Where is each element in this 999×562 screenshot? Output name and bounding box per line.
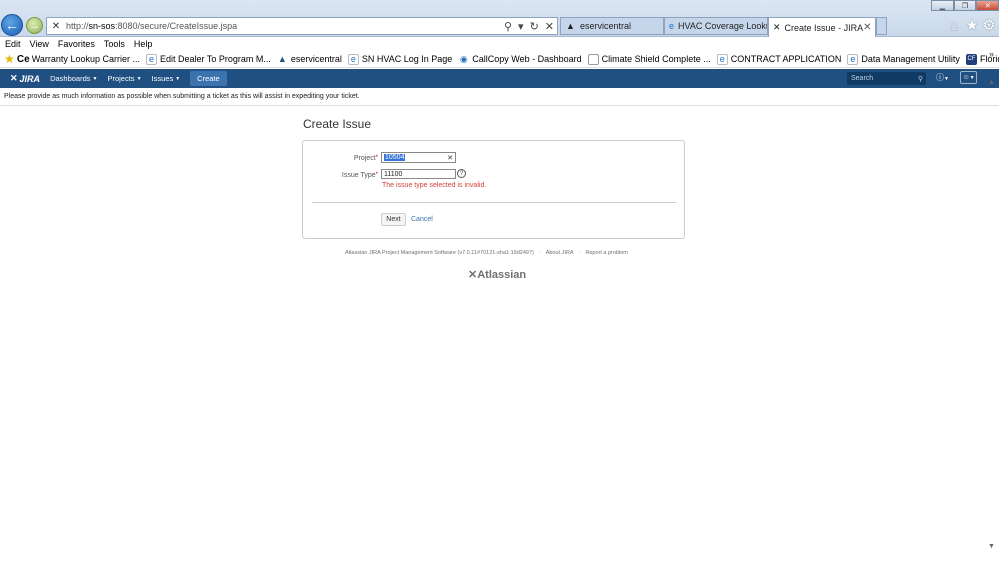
atlassian-logo[interactable]: ✕ Atlassian	[468, 268, 526, 282]
favorite-eservicentral[interactable]: ▲ eservicentral	[277, 54, 342, 65]
favorites-bar: ★ Ce Warranty Lookup Carrier ... e Edit De…	[0, 51, 999, 68]
announcement-banner: Please provide as much information as po…	[0, 88, 999, 106]
new-tab-button[interactable]	[876, 17, 887, 35]
atlassian-icon: ▲	[566, 21, 575, 31]
scroll-up-icon[interactable]: ▲	[988, 79, 995, 86]
forward-button[interactable]: →	[26, 17, 43, 34]
issue-type-field[interactable]: 11100	[381, 169, 456, 179]
window-controls: ▁ ❐ ✕	[931, 0, 999, 11]
ce-icon: Ce	[16, 53, 30, 65]
tab-hvac-coverage-lookup[interactable]: e HVAC Coverage Lookup	[664, 17, 768, 35]
scroll-down-icon[interactable]: ▼	[988, 543, 995, 550]
jira-favicon-icon: ✕	[51, 20, 61, 32]
close-window-icon[interactable]: ✕	[976, 0, 999, 11]
address-bar[interactable]: ✕ http://sn-sos:8080/secure/CreateIssue.…	[46, 17, 558, 35]
next-button[interactable]: Next	[381, 213, 406, 226]
favorite-edit-dealer[interactable]: e Edit Dealer To Program M...	[145, 53, 271, 65]
menu-bar: Edit View Favorites Tools Help	[0, 37, 999, 51]
favorite-florida-cfo[interactable]: CFFlorida CFO	[965, 53, 999, 65]
menu-view[interactable]: View	[30, 39, 49, 49]
favorite-callcopy[interactable]: ◉ CallCopy Web - Dashboard	[458, 53, 582, 65]
footer-software[interactable]: Atlassian JIRA Project Management Softwa…	[345, 250, 534, 256]
help-menu[interactable]: ⓘ▼	[936, 72, 949, 83]
form-divider	[312, 202, 676, 203]
tab-eservicentral[interactable]: ▲ eservicentral	[560, 17, 664, 35]
menu-help[interactable]: Help	[134, 39, 153, 49]
globe-icon: ◉	[459, 53, 468, 64]
project-value: 10504	[384, 154, 406, 161]
url-text[interactable]: http://sn-sos:8080/secure/CreateIssue.js…	[66, 21, 501, 31]
caret-down-icon: ▼	[92, 75, 98, 82]
close-tab-icon[interactable]: ✕	[863, 22, 871, 33]
help-icon: ⓘ	[936, 73, 944, 82]
home-icon[interactable]: ⌂	[946, 17, 962, 34]
issue-type-label: Issue Type*	[341, 172, 378, 179]
menu-tools[interactable]: Tools	[104, 39, 125, 49]
minimize-icon[interactable]: ▁	[931, 0, 954, 11]
page-title: Create Issue	[303, 117, 372, 131]
cfo-icon: CF	[965, 53, 977, 65]
arrow-right-icon: →	[29, 19, 40, 32]
dropdown-icon[interactable]: ▾	[518, 20, 524, 33]
question-icon[interactable]: ?	[457, 169, 466, 178]
clear-icon[interactable]: ✕	[447, 154, 453, 162]
favorite-climate-shield[interactable]: Climate Shield Complete ...	[587, 53, 711, 65]
nav-dashboards[interactable]: Dashboards ▼	[50, 74, 97, 83]
nav-issues[interactable]: Issues ▼	[152, 74, 181, 83]
footer-about[interactable]: About JIRA	[546, 250, 574, 256]
tab-create-issue-jira[interactable]: ✕ Create Issue - JIRA ✕	[768, 17, 876, 37]
jira-search-input[interactable]: Search ⚲	[847, 72, 926, 85]
refresh-icon[interactable]: ↻	[530, 20, 539, 33]
favorite-contract-application[interactable]: e CONTRACT APPLICATION	[716, 53, 841, 65]
search-icon: ⚲	[917, 75, 923, 83]
ie-icon: e	[847, 53, 859, 65]
atlassian-icon: ▲	[277, 54, 287, 64]
nav-projects[interactable]: Projects ▼	[107, 74, 141, 83]
user-icon: ☺	[962, 74, 970, 81]
favorite-sn-hvac-login[interactable]: e SN HVAC Log In Page	[347, 53, 452, 65]
ie-icon: e	[347, 53, 359, 65]
caret-down-icon: ▼	[136, 75, 142, 82]
jira-logo-icon: ✕	[10, 73, 18, 83]
menu-edit[interactable]: Edit	[5, 39, 21, 49]
maximize-icon[interactable]: ❐	[953, 0, 977, 11]
caret-down-icon: ▼	[175, 75, 181, 82]
favorites-star-icon[interactable]: ★	[964, 17, 980, 34]
project-label: Project*	[353, 155, 378, 162]
favorites-star-icon[interactable]: ★	[4, 52, 15, 66]
back-button[interactable]: ←	[1, 14, 23, 36]
atlassian-logo-icon: ✕	[468, 269, 478, 281]
footer-report[interactable]: Report a problem	[585, 250, 628, 256]
chevron-more-icon[interactable]: »	[989, 49, 994, 59]
user-avatar[interactable]: ☺ ▼	[960, 71, 977, 84]
ie-icon: e	[145, 53, 157, 65]
error-message: The issue type selected is invalid.	[382, 182, 487, 189]
jira-icon: ✕	[773, 22, 781, 32]
ie-icon: e	[669, 21, 675, 31]
footer: Atlassian JIRA Project Management Softwa…	[345, 250, 628, 256]
project-select[interactable]: 10504 ✕	[381, 152, 456, 163]
ie-icon: e	[716, 53, 728, 65]
favorite-warranty-lookup[interactable]: Ce Warranty Lookup Carrier ...	[16, 53, 140, 65]
create-button[interactable]: Create	[190, 71, 227, 86]
jira-logo[interactable]: ✕ JIRA	[10, 73, 40, 84]
cancel-link[interactable]: Cancel	[411, 216, 433, 223]
favorite-data-management[interactable]: e Data Management Utility	[847, 53, 960, 65]
caret-down-icon: ▼	[944, 76, 949, 82]
stop-icon[interactable]: ✕	[545, 20, 554, 33]
search-icon[interactable]: ⚲	[504, 20, 512, 33]
arrow-left-icon: ←	[5, 17, 19, 33]
page-icon	[587, 53, 599, 65]
menu-favorites[interactable]: Favorites	[58, 39, 95, 49]
caret-down-icon: ▼	[969, 74, 975, 81]
gear-icon[interactable]: ⚙	[981, 17, 997, 34]
